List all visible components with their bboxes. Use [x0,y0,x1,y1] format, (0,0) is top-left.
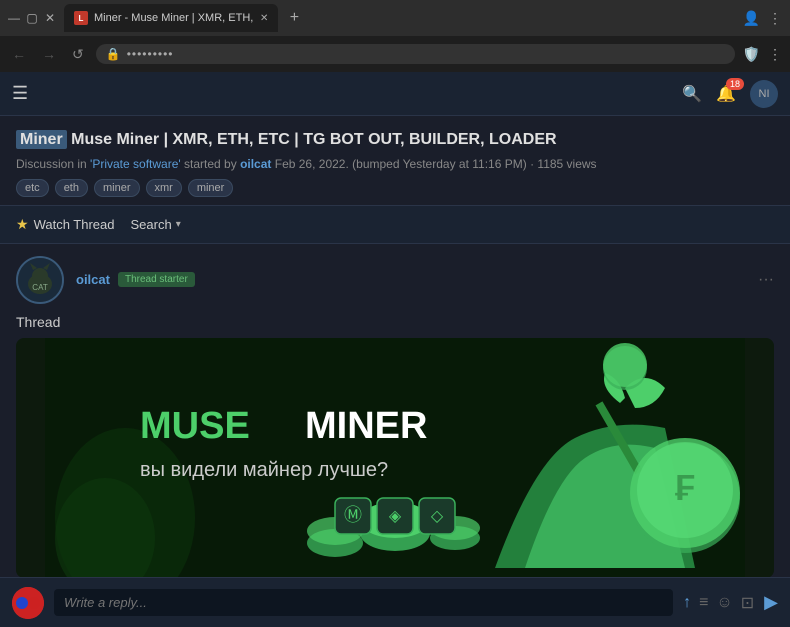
watch-thread-button[interactable]: ★ Watch Thread [16,216,115,233]
emoji-icon[interactable]: ☺ [716,594,732,612]
title-rest: Muse Miner | XMR, ETH, ETC | TG BOT OUT,… [71,131,556,148]
watch-thread-label: Watch Thread [34,217,115,232]
maximize-button[interactable]: ▢ [26,12,38,24]
notifications-button[interactable]: 🔔 18 [716,84,736,104]
tag-list: etc eth miner xmr miner [16,179,774,197]
back-button[interactable]: ← [8,44,30,64]
post-avatar: CAT [16,256,64,304]
browser-right-icons: 🛡️ ⋮ [743,46,782,63]
category-link[interactable]: 'Private software' [90,157,181,171]
thread-section-label: Thread [16,314,774,330]
post-username[interactable]: oilcat [76,272,110,287]
lock-icon: 🔒 [106,47,121,61]
title-highlight: Miner [16,130,67,149]
chevron-down-icon: ▾ [176,219,181,230]
reply-toolbar: ↑ ≡ ☺ ⊡ [683,593,754,613]
tag-xmr[interactable]: xmr [146,179,182,197]
reply-bar: ↑ ≡ ☺ ⊡ ▶ [0,577,790,627]
search-nav-icon[interactable]: 🔍 [682,84,702,104]
top-nav-right: 🔍 🔔 18 NI [682,80,778,108]
tag-miner-2[interactable]: miner [188,179,234,197]
extension-icon[interactable]: 🛡️ [743,46,760,63]
profile-icon[interactable]: 👤 [743,10,760,27]
thread-date: Feb 26, 2022. [275,157,349,171]
address-bar: ← → ↺ 🔒 ••••••••• 🛡️ ⋮ [0,36,790,72]
svg-text:CAT: CAT [32,283,48,292]
svg-text:◈: ◈ [389,508,402,525]
search-label: Search [131,217,172,232]
notification-count: 18 [726,78,744,90]
svg-text:◇: ◇ [431,508,444,525]
title-bar: — ▢ ✕ L Miner - Muse Miner | XMR, ETH,..… [0,0,790,36]
thread-starter-badge: Thread starter [118,272,195,287]
post-area: CAT oilcat Thread starter ··· Thread [0,244,790,590]
hamburger-menu[interactable]: ☰ [12,83,28,104]
svg-text:MINER: MINER [305,405,427,447]
svg-text:₣: ₣ [675,467,695,508]
tag-etc[interactable]: etc [16,179,49,197]
bumped-text: (bumped Yesterday at 11:16 PM) [352,157,527,171]
tab-close-button[interactable]: ✕ [260,13,268,24]
minimize-button[interactable]: — [8,12,20,24]
new-tab-button[interactable]: + [282,6,306,30]
search-thread-button[interactable]: Search ▾ [131,217,181,232]
page-content: ☰ 🔍 🔔 18 NI Miner Muse Miner | XMR, ETH,… [0,72,790,597]
tag-miner-1[interactable]: miner [94,179,140,197]
svg-text:вы видели майнер лучше?: вы видели майнер лучше? [140,459,388,481]
active-tab[interactable]: L Miner - Muse Miner | XMR, ETH,... ✕ [64,4,278,32]
url-text: ••••••••• [127,47,174,61]
avatar-image: CAT [18,258,62,302]
reply-input[interactable] [54,589,673,616]
send-reply-button[interactable]: ▶ [764,592,778,613]
tab-favicon: L [74,11,88,25]
top-navigation: ☰ 🔍 🔔 18 NI [0,72,790,116]
post-user-info: oilcat Thread starter [76,272,195,287]
chrome-menu-icon[interactable]: ⋮ [768,10,782,27]
url-input-box[interactable]: 🔒 ••••••••• [96,44,735,64]
list-icon[interactable]: ≡ [699,594,708,612]
tag-eth[interactable]: eth [55,179,88,197]
thread-title: Miner Muse Miner | XMR, ETH, ETC | TG BO… [16,130,774,151]
image-icon[interactable]: ⊡ [741,593,754,613]
thread-meta: Discussion in 'Private software' started… [16,157,774,171]
browser-menu-icon[interactable]: ⋮ [768,46,782,63]
svg-text:MUSE: MUSE [140,405,250,447]
browser-chrome: — ▢ ✕ L Miner - Muse Miner | XMR, ETH,..… [0,0,790,72]
forward-button[interactable]: → [38,44,60,64]
window-controls: — ▢ ✕ [8,12,56,24]
scroll-up-icon[interactable]: ↑ [683,594,691,612]
close-button[interactable]: ✕ [44,12,56,24]
tab-title: Miner - Muse Miner | XMR, ETH,... [94,12,254,24]
svg-text:Ⓜ: Ⓜ [344,505,362,525]
reply-user-avatar [12,587,44,619]
user-avatar-top[interactable]: NI [750,80,778,108]
thread-header: Miner Muse Miner | XMR, ETH, ETC | TG BO… [0,116,790,206]
post-more-button[interactable]: ··· [758,271,774,289]
post-banner-image: ₣ Ⓜ ◈ ◇ MUSE MINER вы видели майнер лучш… [16,338,774,578]
author-link[interactable]: oilcat [240,157,271,171]
views-count: 1185 views [537,157,596,171]
refresh-button[interactable]: ↺ [68,44,88,65]
thread-actions: ★ Watch Thread Search ▾ [0,206,790,244]
star-icon: ★ [16,216,29,233]
post-header: CAT oilcat Thread starter ··· [16,256,774,304]
